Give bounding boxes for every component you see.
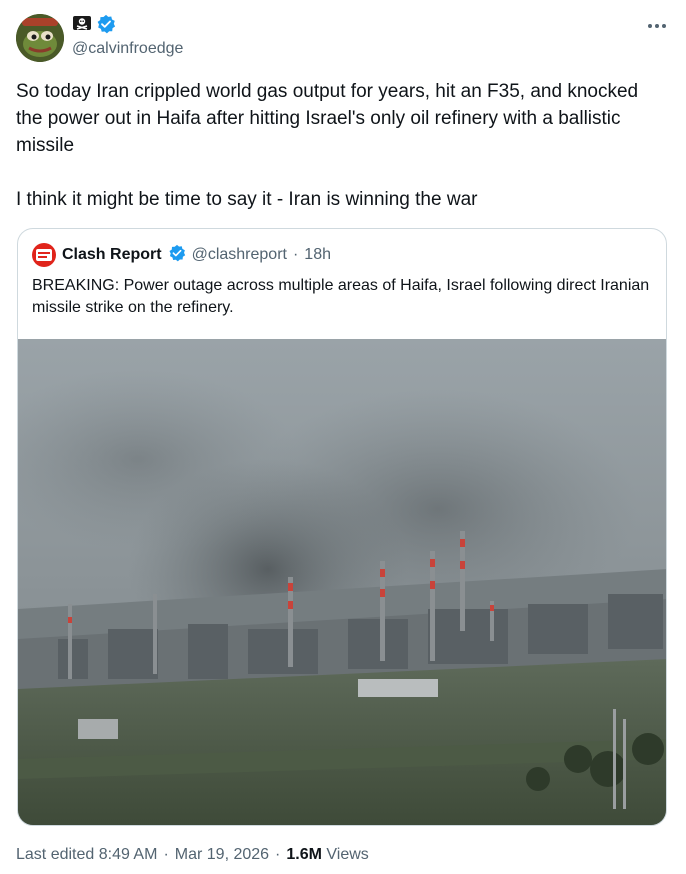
pirate-flag-icon[interactable] xyxy=(72,15,92,38)
separator-dot: · xyxy=(275,846,281,863)
more-options-icon[interactable] xyxy=(644,16,670,36)
quoted-timestamp[interactable]: 18h xyxy=(304,246,331,264)
quoted-author-name[interactable]: Clash Report xyxy=(62,246,162,264)
quoted-tweet-header: Clash Report @clashreport · 18h xyxy=(32,243,331,267)
author-handle[interactable]: @calvinfroedge xyxy=(72,40,183,58)
post-date[interactable]: Mar 19, 2026 xyxy=(175,846,269,864)
tweet-meta: Last edited 8:49 AM · Mar 19, 2026 · 1.6… xyxy=(16,846,369,864)
avatar[interactable] xyxy=(16,14,64,62)
frog-avatar-icon xyxy=(16,14,64,62)
tweet-text: So today Iran crippled world gas output … xyxy=(16,81,639,210)
name-row xyxy=(72,14,116,39)
separator-dot: · xyxy=(163,846,169,863)
edited-timestamp[interactable]: Last edited 8:49 AM xyxy=(16,846,157,864)
clash-report-logo-icon xyxy=(36,249,52,261)
views-label: Views xyxy=(326,846,369,863)
quoted-author-handle[interactable]: @clashreport xyxy=(192,246,287,264)
views-count: 1.6M xyxy=(286,846,322,863)
refinery-smoke-photo[interactable] xyxy=(18,339,666,825)
separator-dot: · xyxy=(292,246,299,263)
quoted-verified-badge-icon xyxy=(168,244,186,267)
verified-badge-icon[interactable] xyxy=(96,14,116,39)
quoted-tweet-text: BREAKING: Power outage across multiple a… xyxy=(32,277,650,316)
tweet-header: @calvinfroedge xyxy=(16,14,670,64)
quoted-tweet[interactable]: Clash Report @clashreport · 18h BREAKING… xyxy=(17,228,667,826)
clash-report-logo[interactable] xyxy=(32,243,56,267)
views[interactable]: 1.6M Views xyxy=(286,846,368,864)
